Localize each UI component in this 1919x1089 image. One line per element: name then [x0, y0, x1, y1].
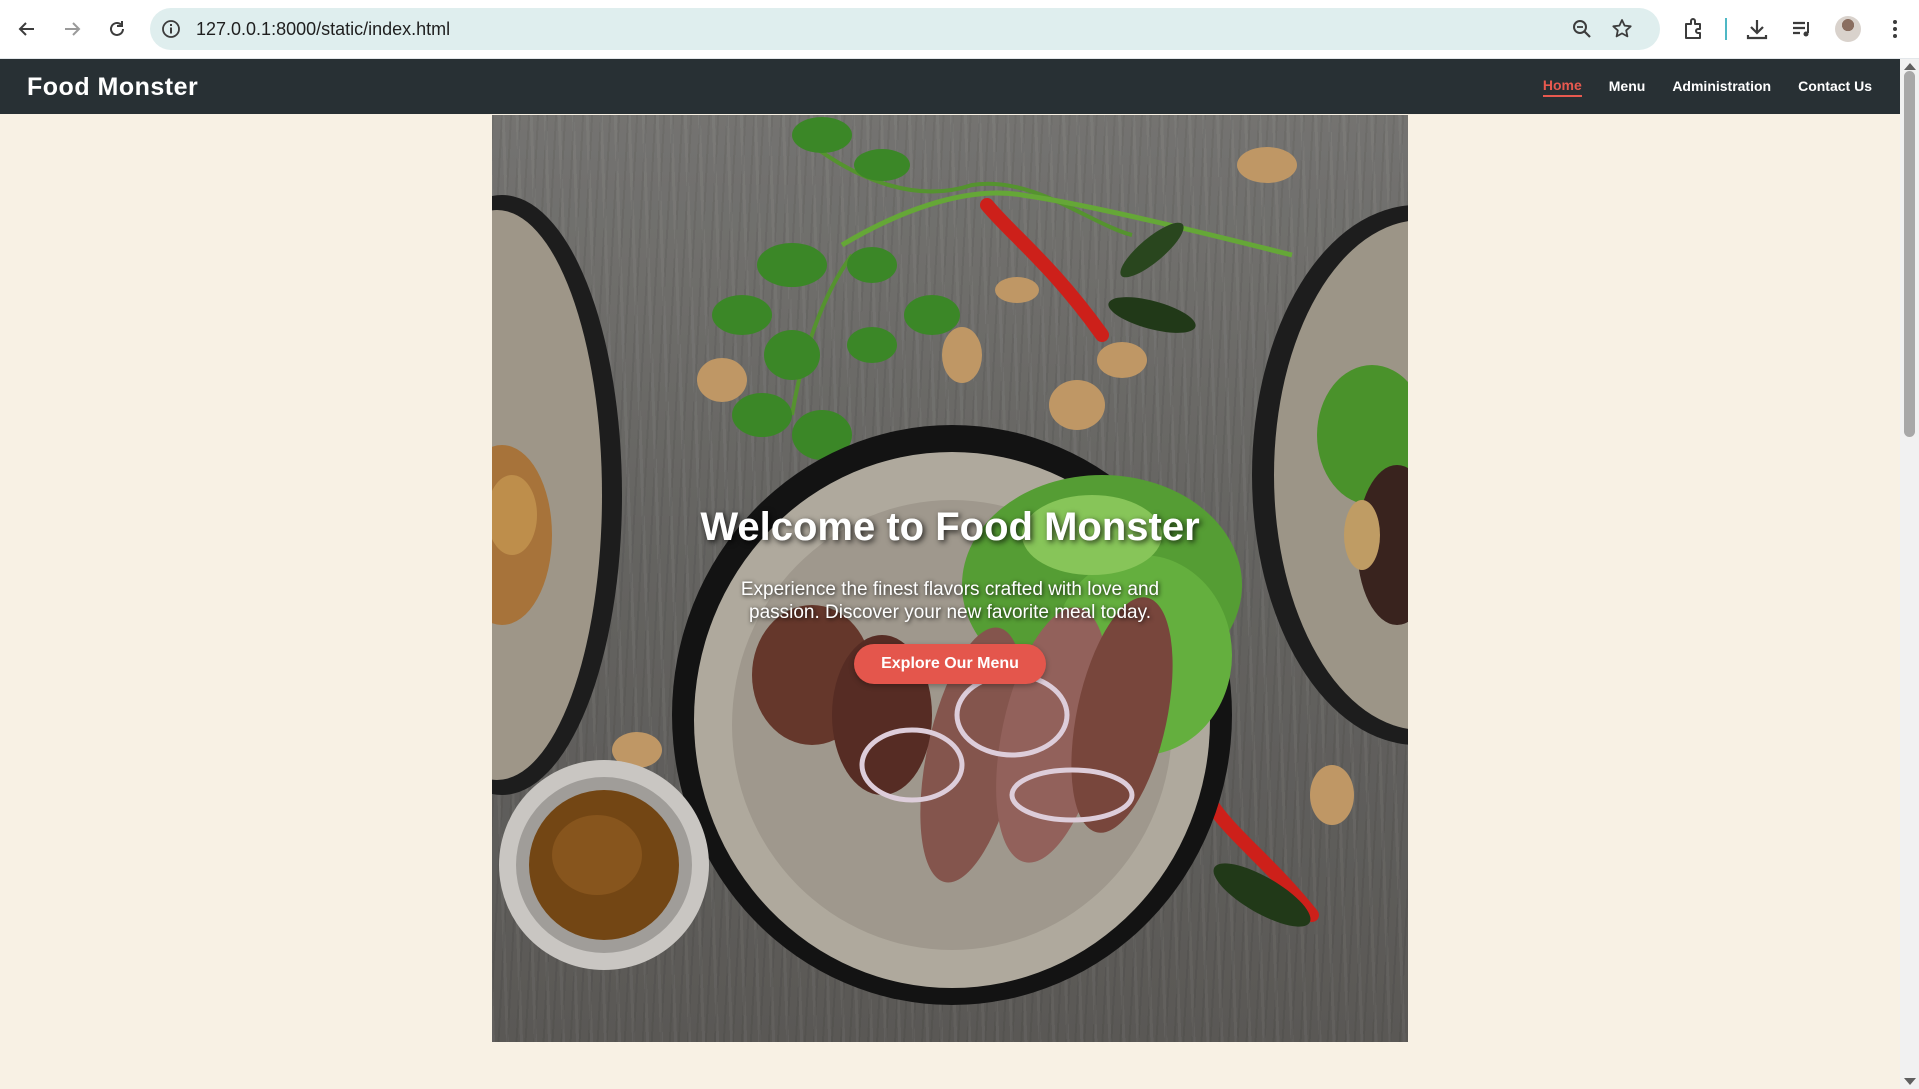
bookmark-star-icon[interactable] — [1610, 17, 1634, 41]
browser-menu-icon[interactable] — [1882, 16, 1908, 42]
hero-section: Welcome to Food Monster Experience the f… — [492, 115, 1408, 1042]
page-scrollbar[interactable] — [1900, 59, 1919, 1089]
nav-administration[interactable]: Administration — [1672, 78, 1771, 96]
back-arrow-icon — [18, 22, 34, 36]
extensions-icon[interactable] — [1681, 16, 1707, 42]
browser-toolbar: 127.0.0.1:8000/static/index.html — [0, 0, 1919, 59]
hero-subtitle: Experience the finest flavors crafted wi… — [740, 579, 1160, 623]
scroll-down-arrow-icon[interactable] — [1904, 1078, 1916, 1085]
nav-contact-us[interactable]: Contact Us — [1798, 78, 1872, 96]
profile-avatar[interactable] — [1835, 16, 1861, 42]
hero-title: Welcome to Food Monster — [700, 505, 1200, 549]
site-brand[interactable]: Food Monster — [27, 73, 198, 102]
scroll-thumb[interactable] — [1904, 71, 1915, 437]
site-info-icon[interactable] — [160, 18, 182, 40]
forward-arrow-icon — [65, 22, 81, 36]
zoom-icon[interactable] — [1570, 17, 1594, 41]
url-text[interactable]: 127.0.0.1:8000/static/index.html — [196, 19, 450, 40]
media-control-icon[interactable] — [1789, 16, 1815, 42]
address-bar[interactable]: 127.0.0.1:8000/static/index.html — [150, 8, 1660, 50]
main-nav: Home Menu Administration Contact Us — [1542, 59, 1872, 114]
download-icon[interactable] — [1744, 16, 1770, 42]
nav-menu[interactable]: Menu — [1609, 78, 1646, 96]
explore-menu-button[interactable]: Explore Our Menu — [854, 644, 1046, 684]
reload-icon — [110, 21, 124, 36]
forward-button[interactable] — [56, 13, 88, 45]
site-header: Food Monster Home Menu Administration Co… — [0, 59, 1900, 114]
nav-home[interactable]: Home — [1542, 77, 1582, 97]
scroll-up-arrow-icon[interactable] — [1904, 63, 1916, 70]
reload-button[interactable] — [101, 13, 133, 45]
toolbar-separator — [1725, 18, 1727, 40]
back-button[interactable] — [11, 13, 43, 45]
